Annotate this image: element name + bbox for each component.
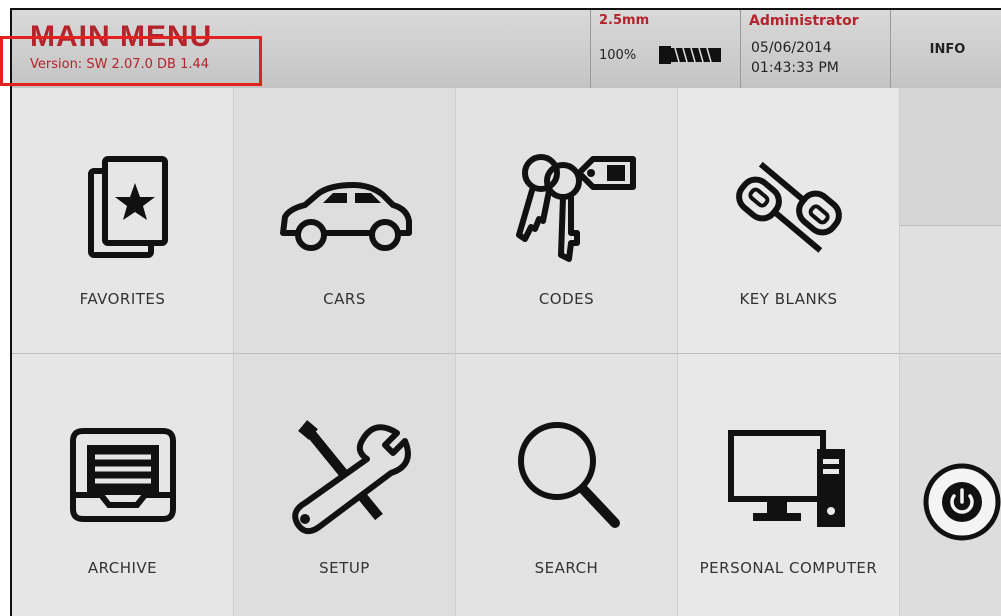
blade-size: 2.5mm <box>599 13 650 28</box>
personal-computer-label: PERSONAL COMPUTER <box>699 559 878 577</box>
key-blanks-icon <box>736 161 842 253</box>
favorites-tile[interactable]: FAVORITES <box>12 88 234 354</box>
battery-percent: 100% <box>599 48 637 63</box>
user-status: Administrator 05/06/2014 01:43:33 PM <box>740 10 891 88</box>
car-icon <box>280 182 412 251</box>
date-text: 05/06/2014 <box>751 40 832 56</box>
computer-icon <box>728 430 845 527</box>
side-panel-middle <box>900 226 1001 354</box>
setup-tile[interactable]: SETUP <box>234 354 456 616</box>
setup-label: SETUP <box>319 559 370 577</box>
side-panel-top <box>900 88 1001 226</box>
version-highlight-box <box>0 36 262 86</box>
codes-label: CODES <box>538 290 595 308</box>
archive-tray-icon <box>70 428 176 522</box>
side-panel-bottom <box>900 354 1001 616</box>
magnifier-icon <box>518 422 620 528</box>
codes-tile[interactable]: CODES <box>456 88 678 354</box>
favorites-label: FAVORITES <box>79 290 166 308</box>
archive-tile[interactable]: ARCHIVE <box>12 354 234 616</box>
cars-tile[interactable]: CARS <box>234 88 456 354</box>
info-cell: INFO <box>890 10 1001 88</box>
cars-label: CARS <box>323 290 366 308</box>
keys-tag-icon <box>516 154 636 262</box>
cutter-blade-icon <box>659 46 721 64</box>
search-tile[interactable]: SEARCH <box>456 354 678 616</box>
blade-status: 2.5mm 100% <box>590 10 741 88</box>
archive-label: ARCHIVE <box>87 559 158 577</box>
tools-icon <box>292 420 411 535</box>
info-button[interactable]: INFO <box>891 10 1001 88</box>
user-name: Administrator <box>749 13 859 29</box>
time-text: 01:43:33 PM <box>751 60 839 76</box>
key-blanks-label: KEY BLANKS <box>739 290 838 308</box>
machine-screen: MAIN MENU Version: SW 2.07.0 DB 1.44 2.5… <box>10 8 1001 616</box>
favorites-icon <box>88 156 168 258</box>
power-icon[interactable] <box>922 462 1001 542</box>
search-label: SEARCH <box>534 559 599 577</box>
key-blanks-tile[interactable]: KEY BLANKS <box>678 88 900 354</box>
personal-computer-tile[interactable]: PERSONAL COMPUTER <box>678 354 900 616</box>
